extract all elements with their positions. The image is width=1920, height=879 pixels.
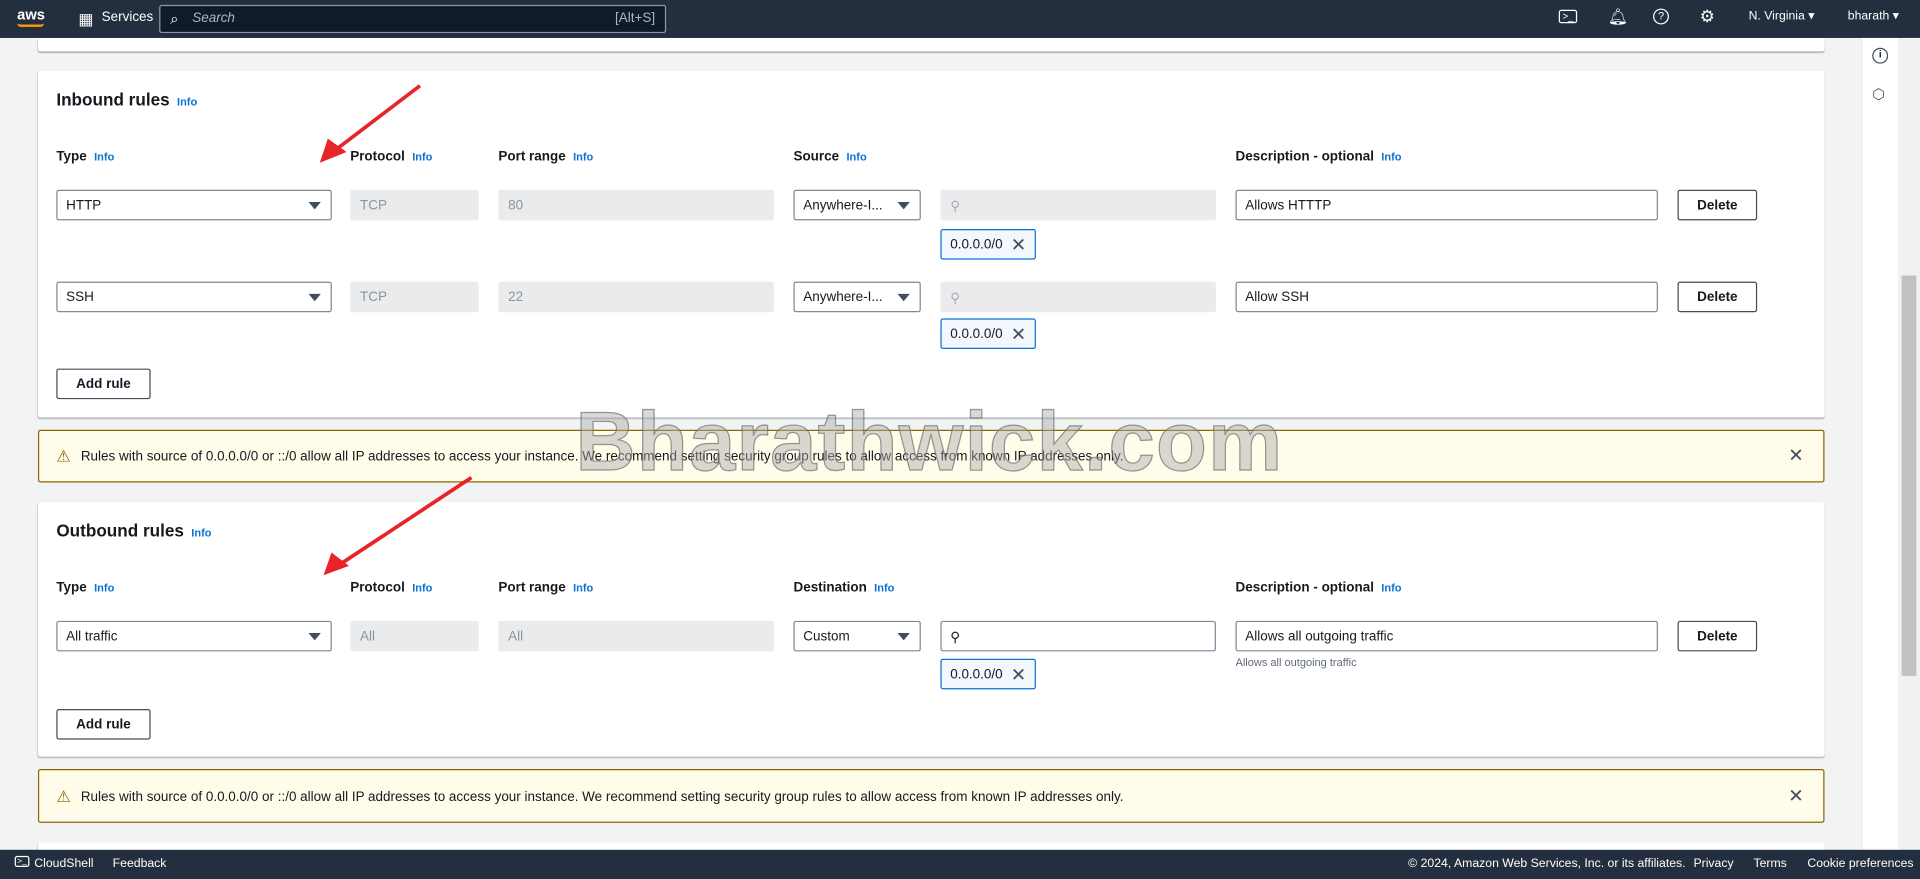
feedback-link[interactable]: Feedback	[113, 857, 167, 870]
red-arrow	[319, 84, 422, 163]
cloudshell-link[interactable]: CloudShell	[34, 857, 93, 870]
cookie-preferences-link[interactable]: Cookie preferences	[1807, 857, 1913, 870]
annotation-arrows	[319, 84, 473, 576]
terms-link[interactable]: Terms	[1753, 857, 1786, 870]
cloudshell-icon[interactable]: >_	[14, 855, 30, 867]
footer: >_ CloudShell Feedback © 2024, Amazon We…	[0, 849, 1920, 879]
red-arrow	[323, 476, 473, 576]
privacy-link[interactable]: Privacy	[1693, 857, 1733, 870]
copyright: © 2024, Amazon Web Services, Inc. or its…	[1408, 857, 1686, 871]
